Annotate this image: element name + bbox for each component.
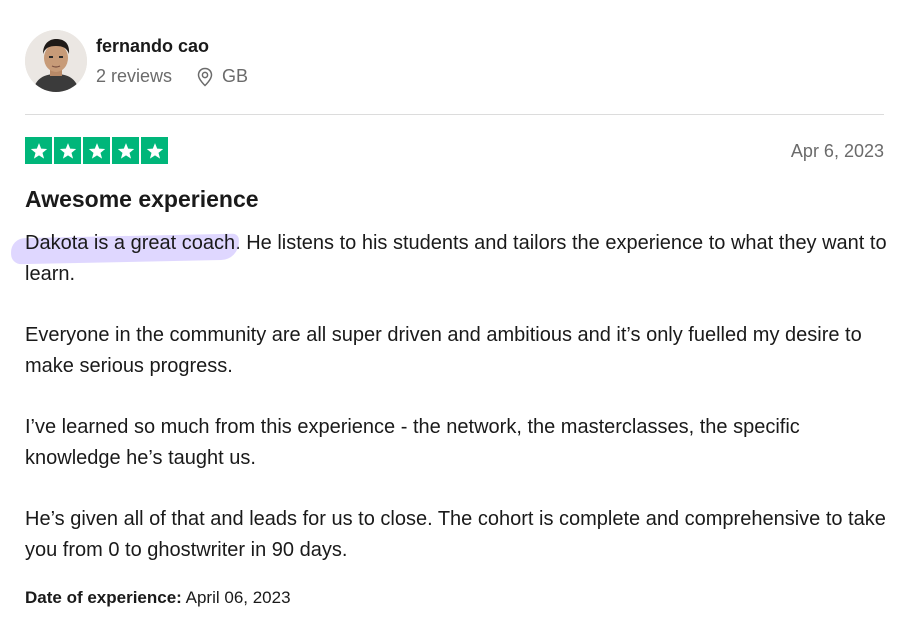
review-date: Apr 6, 2023 (790, 141, 884, 161)
highlighted-text: Dakota is a great coach (25, 232, 236, 254)
review-body: Dakota is a great coach. He listens to h… (25, 228, 890, 596)
star-rating (25, 137, 168, 164)
review-paragraph: I’ve learned so much from this experienc… (25, 416, 800, 469)
location-pin-icon (196, 67, 214, 87)
review-title: Awesome experience (25, 186, 259, 212)
person-avatar-photo (25, 30, 87, 92)
divider (25, 114, 884, 115)
star-icon (25, 137, 52, 164)
reviews-count[interactable]: 2 reviews (96, 66, 172, 87)
reviewer-country: GB (222, 66, 249, 86)
star-icon (112, 137, 139, 164)
experience-label: Date of experience: (25, 588, 182, 607)
review-card: fernando cao 2 reviews GB Apr 6, 2023 Aw… (0, 0, 904, 641)
reviewer-meta: 2 reviews GB (96, 66, 248, 87)
review-paragraph: Dakota is a great coach. He listens to h… (25, 228, 890, 290)
review-paragraph: Everyone in the community are all super … (25, 324, 862, 377)
review-paragraph: He’s given all of that and leads for us … (25, 508, 886, 561)
date-of-experience: Date of experience: April 06, 2023 (25, 588, 291, 608)
avatar[interactable] (25, 30, 87, 92)
star-icon (141, 137, 168, 164)
reviewer-name[interactable]: fernando cao (96, 36, 209, 57)
star-icon (83, 137, 110, 164)
star-icon (54, 137, 81, 164)
experience-date: April 06, 2023 (185, 588, 291, 607)
